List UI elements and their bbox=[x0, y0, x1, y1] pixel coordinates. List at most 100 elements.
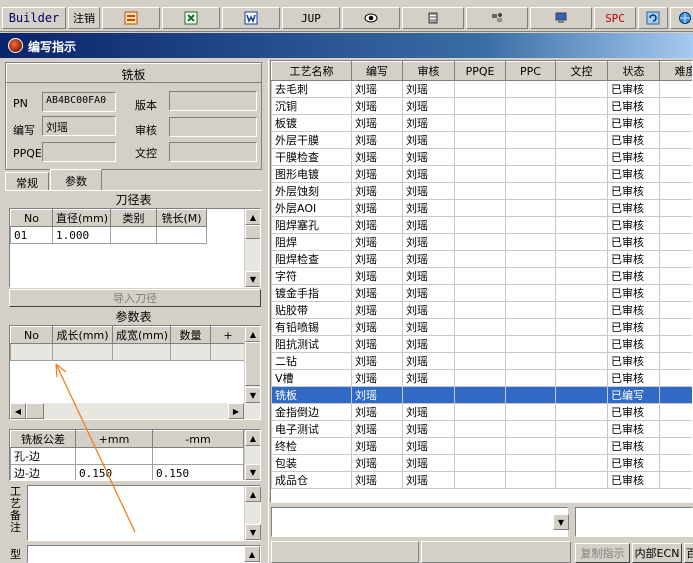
database-button[interactable] bbox=[402, 7, 464, 29]
table-cell bbox=[555, 97, 608, 115]
table-cell bbox=[505, 386, 556, 404]
table-cell: 刘瑶 bbox=[402, 182, 455, 200]
table-row[interactable]: 终检 刘瑶 刘瑶 已审核 bbox=[271, 437, 692, 455]
author-field[interactable]: 刘瑶 bbox=[42, 116, 116, 136]
table-row[interactable]: V槽 刘瑶 刘瑶 已审核 bbox=[271, 369, 692, 387]
scroll-left-icon[interactable]: ◀ bbox=[10, 403, 26, 419]
table-row[interactable]: 二钻 刘瑶 刘瑶 已审核 bbox=[271, 352, 692, 370]
scroll-up-icon[interactable]: ▲ bbox=[244, 546, 260, 562]
table-cell: 已审核 bbox=[607, 301, 660, 319]
table-cell: 已审核 bbox=[607, 284, 660, 302]
builder-button[interactable]: Builder bbox=[2, 7, 66, 29]
table-row[interactable]: 外层AOI 刘瑶 刘瑶 已审核 bbox=[271, 199, 692, 217]
computer-icon bbox=[555, 12, 567, 23]
chevron-down-icon[interactable]: ▼ bbox=[553, 514, 569, 530]
table-cell bbox=[505, 420, 556, 438]
scroll-up-icon[interactable]: ▲ bbox=[245, 430, 260, 446]
version-field[interactable] bbox=[169, 91, 257, 111]
table-row[interactable]: 铣板 刘瑶 已编写 bbox=[271, 386, 692, 404]
scroll-thumb[interactable] bbox=[245, 225, 260, 239]
doc-control-field[interactable] bbox=[169, 142, 257, 162]
app-icon bbox=[8, 38, 23, 53]
pn-field[interactable]: AB4BC00FA0 bbox=[42, 92, 116, 112]
tools-button[interactable] bbox=[466, 7, 528, 29]
table-row[interactable]: 阻焊检查 刘瑶 刘瑶 已审核 bbox=[271, 250, 692, 268]
table-cell: 刘瑶 bbox=[402, 335, 455, 353]
review-field[interactable] bbox=[169, 117, 257, 137]
refresh-button[interactable] bbox=[638, 7, 668, 29]
table-cell bbox=[402, 386, 455, 404]
table-cell bbox=[454, 284, 506, 302]
tool-table-scrollbar[interactable]: ▲ ▼ bbox=[244, 209, 260, 287]
tab-params-label: 参数 bbox=[65, 175, 87, 188]
process-note-field[interactable] bbox=[575, 507, 693, 537]
table-row[interactable]: 外层干膜 刘瑶 刘瑶 已审核 bbox=[271, 131, 692, 149]
table-cell: 刘瑶 bbox=[402, 437, 455, 455]
table-cell bbox=[505, 335, 556, 353]
table-row[interactable]: 电子测试 刘瑶 刘瑶 已审核 bbox=[271, 420, 692, 438]
ppqe-field[interactable] bbox=[42, 142, 116, 162]
table-row[interactable]: 阻抗测试 刘瑶 刘瑶 已审核 bbox=[271, 335, 692, 353]
word-button[interactable] bbox=[222, 7, 280, 29]
table-cell bbox=[555, 301, 608, 319]
tab-params[interactable]: 参数 bbox=[50, 169, 102, 191]
window-title-bar[interactable]: 编写指示 bbox=[0, 33, 693, 58]
jup-button[interactable]: JUP bbox=[282, 7, 340, 29]
param-table-scrollbar[interactable]: ▲ ▼ bbox=[244, 326, 260, 403]
pn-label: PN bbox=[13, 97, 28, 110]
eye-button[interactable] bbox=[342, 7, 400, 29]
table-cell bbox=[555, 335, 608, 353]
tab-general[interactable]: 常规 bbox=[5, 172, 49, 190]
table-row[interactable]: 板镀 刘瑶 刘瑶 已审核 bbox=[271, 114, 692, 132]
scroll-up-icon[interactable]: ▲ bbox=[245, 326, 260, 342]
tolerance-scrollbar[interactable]: ▲ ▼ bbox=[244, 430, 260, 480]
table-row[interactable]: 干膜检查 刘瑶 刘瑶 已审核 bbox=[271, 148, 692, 166]
import-tool-button[interactable]: 导入刀径 bbox=[9, 289, 261, 307]
table-row[interactable]: 沉铜 刘瑶 刘瑶 已审核 bbox=[271, 97, 692, 115]
form-button[interactable] bbox=[102, 7, 160, 29]
table-row[interactable]: 图形电镀 刘瑶 刘瑶 已审核 bbox=[271, 165, 692, 183]
table-row[interactable]: 有铅喷锡 刘瑶 刘瑶 已审核 bbox=[271, 318, 692, 336]
table-cell: 刘瑶 bbox=[351, 216, 403, 234]
table-row[interactable]: 阻焊 刘瑶 刘瑶 已审核 bbox=[271, 233, 692, 251]
scroll-down-icon[interactable]: ▼ bbox=[245, 464, 260, 480]
table-row[interactable]: 包装 刘瑶 刘瑶 已审核 bbox=[271, 454, 692, 472]
scroll-up-icon[interactable]: ▲ bbox=[245, 209, 260, 225]
copy-instruction-button[interactable]: 复制指示 bbox=[575, 543, 630, 563]
spc-button[interactable]: SPC bbox=[594, 7, 636, 29]
cut-off-button[interactable]: 百 bbox=[684, 543, 693, 563]
table-row[interactable]: 01 1.000 bbox=[10, 226, 207, 244]
scroll-down-icon[interactable]: ▼ bbox=[245, 271, 260, 287]
excel-button[interactable] bbox=[162, 7, 220, 29]
scroll-right-icon[interactable]: ▶ bbox=[228, 403, 244, 419]
table-cell: 刘瑶 bbox=[351, 420, 403, 438]
table-row[interactable]: 去毛刺 刘瑶 刘瑶 已审核 bbox=[271, 80, 692, 98]
table-row[interactable]: 外层蚀刻 刘瑶 刘瑶 已审核 bbox=[271, 182, 692, 200]
table-row[interactable]: 金指倒边 刘瑶 刘瑶 已审核 bbox=[271, 403, 692, 421]
model-label: 型 bbox=[10, 548, 21, 561]
table-cell: 已审核 bbox=[607, 267, 660, 285]
scroll-down-icon[interactable]: ▼ bbox=[245, 524, 261, 540]
table-row[interactable]: 阻焊塞孔 刘瑶 刘瑶 已审核 bbox=[271, 216, 692, 234]
table-cell: 已审核 bbox=[607, 335, 660, 353]
remarks-scrollbar[interactable]: ▲ ▼ bbox=[244, 486, 261, 540]
globe-button[interactable] bbox=[670, 7, 693, 29]
table-cell: 板镀 bbox=[271, 114, 352, 132]
scroll-up-icon[interactable]: ▲ bbox=[245, 486, 261, 502]
scroll-down-icon[interactable]: ▼ bbox=[245, 387, 260, 403]
table-cell: 刘瑶 bbox=[351, 199, 403, 217]
table-cell: 已审核 bbox=[607, 369, 660, 387]
table-row[interactable]: 字符 刘瑶 刘瑶 已审核 bbox=[271, 267, 692, 285]
internal-ecn-button[interactable]: 内部ECN bbox=[632, 543, 682, 563]
process-note-combo[interactable]: ▼ bbox=[271, 507, 569, 537]
model-field[interactable]: ▲ bbox=[27, 545, 261, 563]
table-row[interactable]: 成品仓 刘瑶 刘瑶 已审核 bbox=[271, 471, 692, 489]
table-row[interactable]: 贴胶带 刘瑶 刘瑶 已审核 bbox=[271, 301, 692, 319]
logout-button[interactable]: 注销 bbox=[68, 7, 100, 29]
scroll-thumb[interactable] bbox=[245, 342, 260, 386]
computer-button[interactable] bbox=[530, 7, 592, 29]
table-row[interactable]: 镀金手指 刘瑶 刘瑶 已审核 bbox=[271, 284, 692, 302]
table-cell: 刘瑶 bbox=[351, 284, 403, 302]
table-cell bbox=[659, 335, 692, 353]
table-cell bbox=[454, 471, 506, 489]
